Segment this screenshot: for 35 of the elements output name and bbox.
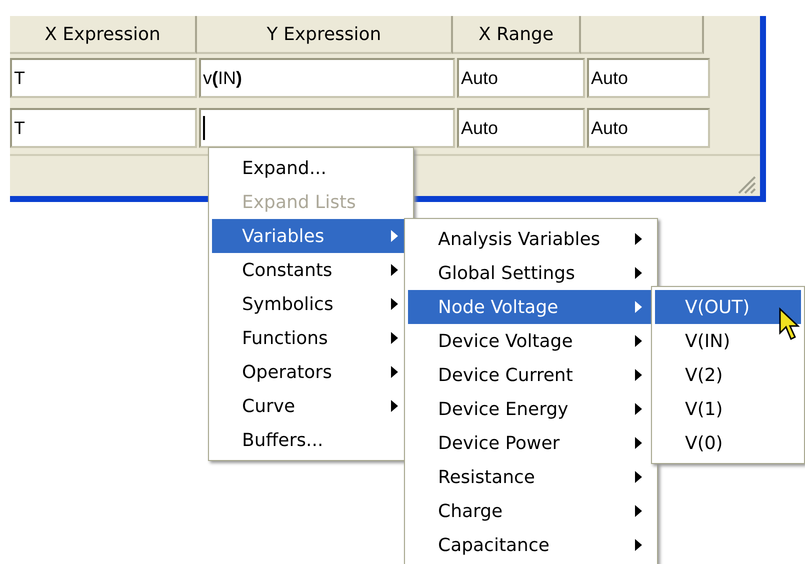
menu-item[interactable]: V(2) <box>655 358 801 392</box>
input-field[interactable]: T <box>10 108 197 148</box>
menu-item[interactable]: Device Power <box>408 426 654 460</box>
menu-item[interactable]: Expand... <box>212 151 410 185</box>
menu-item[interactable]: Operators <box>212 355 410 389</box>
menu-item[interactable]: Analysis Variables <box>408 222 654 256</box>
column-header[interactable] <box>581 16 704 54</box>
mouse-pointer-icon <box>778 307 802 343</box>
column-header[interactable]: Y Expression <box>197 16 453 54</box>
text-caret <box>203 116 205 140</box>
column-header[interactable]: X Expression <box>10 16 197 54</box>
menu-item[interactable]: Device Current <box>408 358 654 392</box>
column-header[interactable]: X Range <box>453 16 581 54</box>
menu-item[interactable]: Functions <box>212 321 410 355</box>
input-field[interactable] <box>199 108 455 148</box>
input-field[interactable]: Auto <box>587 58 710 98</box>
menu-item[interactable]: Constants <box>212 253 410 287</box>
menu-item[interactable]: V(IN) <box>655 324 801 358</box>
menu-item[interactable]: V(OUT) <box>655 290 801 324</box>
menu-item[interactable]: V(1) <box>655 392 801 426</box>
input-field[interactable]: Auto <box>457 58 585 98</box>
menu-item[interactable]: Resistance <box>408 460 654 494</box>
menu-item[interactable]: Device Energy <box>408 392 654 426</box>
menu-item[interactable]: V(0) <box>655 426 801 460</box>
input-field[interactable]: Auto <box>587 108 710 148</box>
menu-item[interactable]: Capacitance <box>408 528 654 562</box>
menu-item[interactable]: Symbolics <box>212 287 410 321</box>
input-field[interactable]: v(IN) <box>199 58 455 98</box>
menu-item[interactable]: Curve <box>212 389 410 423</box>
menu-item[interactable]: Charge <box>408 494 654 528</box>
menu-item[interactable]: Node Voltage <box>408 290 654 324</box>
input-field[interactable]: Auto <box>457 108 585 148</box>
menu-item[interactable]: Global Settings <box>408 256 654 290</box>
input-field[interactable]: T <box>10 58 197 98</box>
menu-item[interactable]: Device Voltage <box>408 324 654 358</box>
